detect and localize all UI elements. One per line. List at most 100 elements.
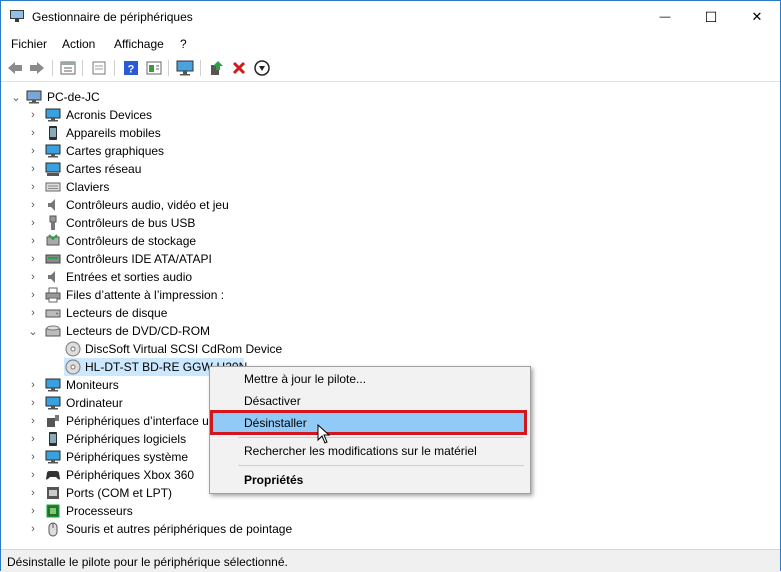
phone-icon [45, 125, 61, 141]
chevron-right-icon[interactable]: › [28, 235, 38, 247]
chevron-right-icon[interactable]: › [28, 181, 38, 193]
tree-item-label: Appareils mobiles [66, 126, 161, 140]
storage-icon [45, 233, 61, 249]
tree-category[interactable]: › Souris et autres périphériques de point… [1, 520, 780, 538]
disable-device-button[interactable] [253, 59, 271, 77]
context-properties[interactable]: Propriétés [244, 473, 303, 487]
highlight-callout-box [210, 410, 527, 435]
tree-category[interactable]: › Appareils mobiles [1, 124, 780, 142]
hidden-devices-button[interactable] [90, 59, 108, 77]
forward-icon [30, 62, 44, 74]
printer-icon [45, 287, 61, 303]
tree-item-label: Ordinateur [66, 396, 123, 410]
maximize-button[interactable]: ☐ [688, 1, 734, 33]
chevron-right-icon[interactable]: › [28, 253, 38, 265]
tree-category[interactable]: › Contrôleurs de bus USB [1, 214, 780, 232]
tree-category[interactable]: › Processeurs [1, 502, 780, 520]
chevron-right-icon[interactable]: › [28, 289, 38, 301]
tree-category[interactable]: ⌄ Lecteurs de DVD/CD-ROM [1, 322, 780, 340]
chevron-right-icon[interactable]: › [28, 397, 38, 409]
tree-item-label: Lecteurs de DVD/CD-ROM [66, 324, 211, 338]
tree-category[interactable]: › Contrôleurs audio, vidéo et jeu [1, 196, 780, 214]
help-button[interactable]: ? [122, 59, 140, 77]
mouse-icon [45, 521, 61, 537]
minimize-button[interactable]: — [642, 1, 688, 33]
disk-icon [45, 305, 61, 321]
tree-item-label: Contrôleurs de stockage [66, 234, 197, 248]
forward-button[interactable] [28, 59, 46, 77]
tree-item-label: Cartes graphiques [66, 144, 165, 158]
tree-category[interactable]: › Cartes réseau [1, 160, 780, 178]
chevron-right-icon[interactable]: › [28, 127, 38, 139]
chevron-right-icon[interactable]: › [28, 145, 38, 157]
chevron-right-icon[interactable]: › [28, 379, 38, 391]
menu-affichage[interactable]: Affichage [114, 37, 164, 51]
tree-item-label: Ports (COM et LPT) [66, 486, 173, 500]
tree-category[interactable]: › Entrées et sorties audio [1, 268, 780, 286]
title-bar[interactable]: Gestionnaire de périphériques — ☐ ✕ [1, 1, 780, 33]
chevron-right-icon[interactable]: › [28, 505, 38, 517]
driver-details-button[interactable] [145, 59, 163, 77]
cpu-icon [45, 503, 61, 519]
tree-item-label: Souris et autres périphériques de pointa… [66, 522, 293, 536]
tree-category[interactable]: › Contrôleurs IDE ATA/ATAPI [1, 250, 780, 268]
tree-item-label: Processeurs [66, 504, 133, 518]
chevron-down-icon[interactable]: ⌄ [28, 326, 38, 338]
back-button[interactable] [6, 59, 24, 77]
monitor-icon [45, 107, 61, 123]
menu-help[interactable]: ? [180, 37, 187, 51]
chevron-right-icon[interactable]: › [28, 487, 38, 499]
uninstall-button[interactable] [230, 59, 248, 77]
chevron-right-icon[interactable]: › [28, 271, 38, 283]
device-manager-window: Gestionnaire de périphériques — ☐ ✕ Fich… [0, 0, 781, 572]
phone-icon [45, 431, 61, 447]
close-button[interactable]: ✕ [734, 1, 780, 33]
tree-category[interactable]: › Acronis Devices [1, 106, 780, 124]
context-update-driver[interactable]: Mettre à jour le pilote... [244, 372, 366, 386]
driver-icon [146, 61, 162, 75]
menu-action[interactable]: Action [62, 37, 95, 51]
properties-icon [60, 61, 76, 75]
tree-category[interactable]: › Lecteurs de disque [1, 304, 780, 322]
chevron-right-icon[interactable]: › [28, 469, 38, 481]
monitor-icon [176, 60, 194, 76]
download-icon [254, 60, 270, 76]
status-bar: Désinstalle le pilote pour le périphériq… [1, 549, 780, 572]
monitor-icon [45, 377, 61, 393]
chevron-right-icon[interactable]: › [28, 109, 38, 121]
chevron-right-icon[interactable]: › [28, 217, 38, 229]
properties-view-button[interactable] [59, 59, 77, 77]
chevron-right-icon[interactable]: › [28, 433, 38, 445]
context-separator [238, 465, 524, 466]
tree-category[interactable]: › Cartes graphiques [1, 142, 780, 160]
update-driver-button[interactable] [208, 59, 226, 77]
chevron-down-icon[interactable]: ⌄ [11, 92, 21, 104]
tree-category[interactable]: › Files d’attente à l’impression : [1, 286, 780, 304]
chevron-right-icon[interactable]: › [28, 451, 38, 463]
tree-item-label: Cartes réseau [66, 162, 142, 176]
tree-device[interactable]: DiscSoft Virtual SCSI CdRom Device [1, 340, 780, 358]
context-disable[interactable]: Désactiver [244, 394, 301, 408]
toolbar-separator [200, 60, 201, 76]
tree-item-label: Acronis Devices [66, 108, 153, 122]
computer-icon [26, 89, 42, 105]
disc-icon [65, 341, 81, 357]
chevron-right-icon[interactable]: › [28, 163, 38, 175]
chevron-right-icon[interactable]: › [28, 199, 38, 211]
minimize-icon: — [659, 11, 671, 23]
menu-bar: Fichier Action Affichage ? [1, 33, 780, 55]
tree-category[interactable]: › Contrôleurs de stockage [1, 232, 780, 250]
menu-fichier[interactable]: Fichier [11, 37, 47, 51]
tree-root[interactable]: ⌄ PC-de-JC [1, 88, 780, 106]
chevron-right-icon[interactable]: › [28, 415, 38, 427]
chevron-right-icon[interactable]: › [28, 523, 38, 535]
tree-category[interactable]: › Claviers [1, 178, 780, 196]
hid-icon [45, 413, 61, 429]
dvd-icon [45, 323, 61, 339]
chevron-right-icon[interactable]: › [28, 307, 38, 319]
context-scan-hardware[interactable]: Rechercher les modifications sur le maté… [244, 444, 477, 458]
tree-item-label: Périphériques Xbox 360 [66, 468, 195, 482]
scan-hardware-button[interactable] [176, 59, 194, 77]
tree-item-label: Files d’attente à l’impression : [66, 288, 225, 302]
tree-item-label: Entrées et sorties audio [66, 270, 193, 284]
